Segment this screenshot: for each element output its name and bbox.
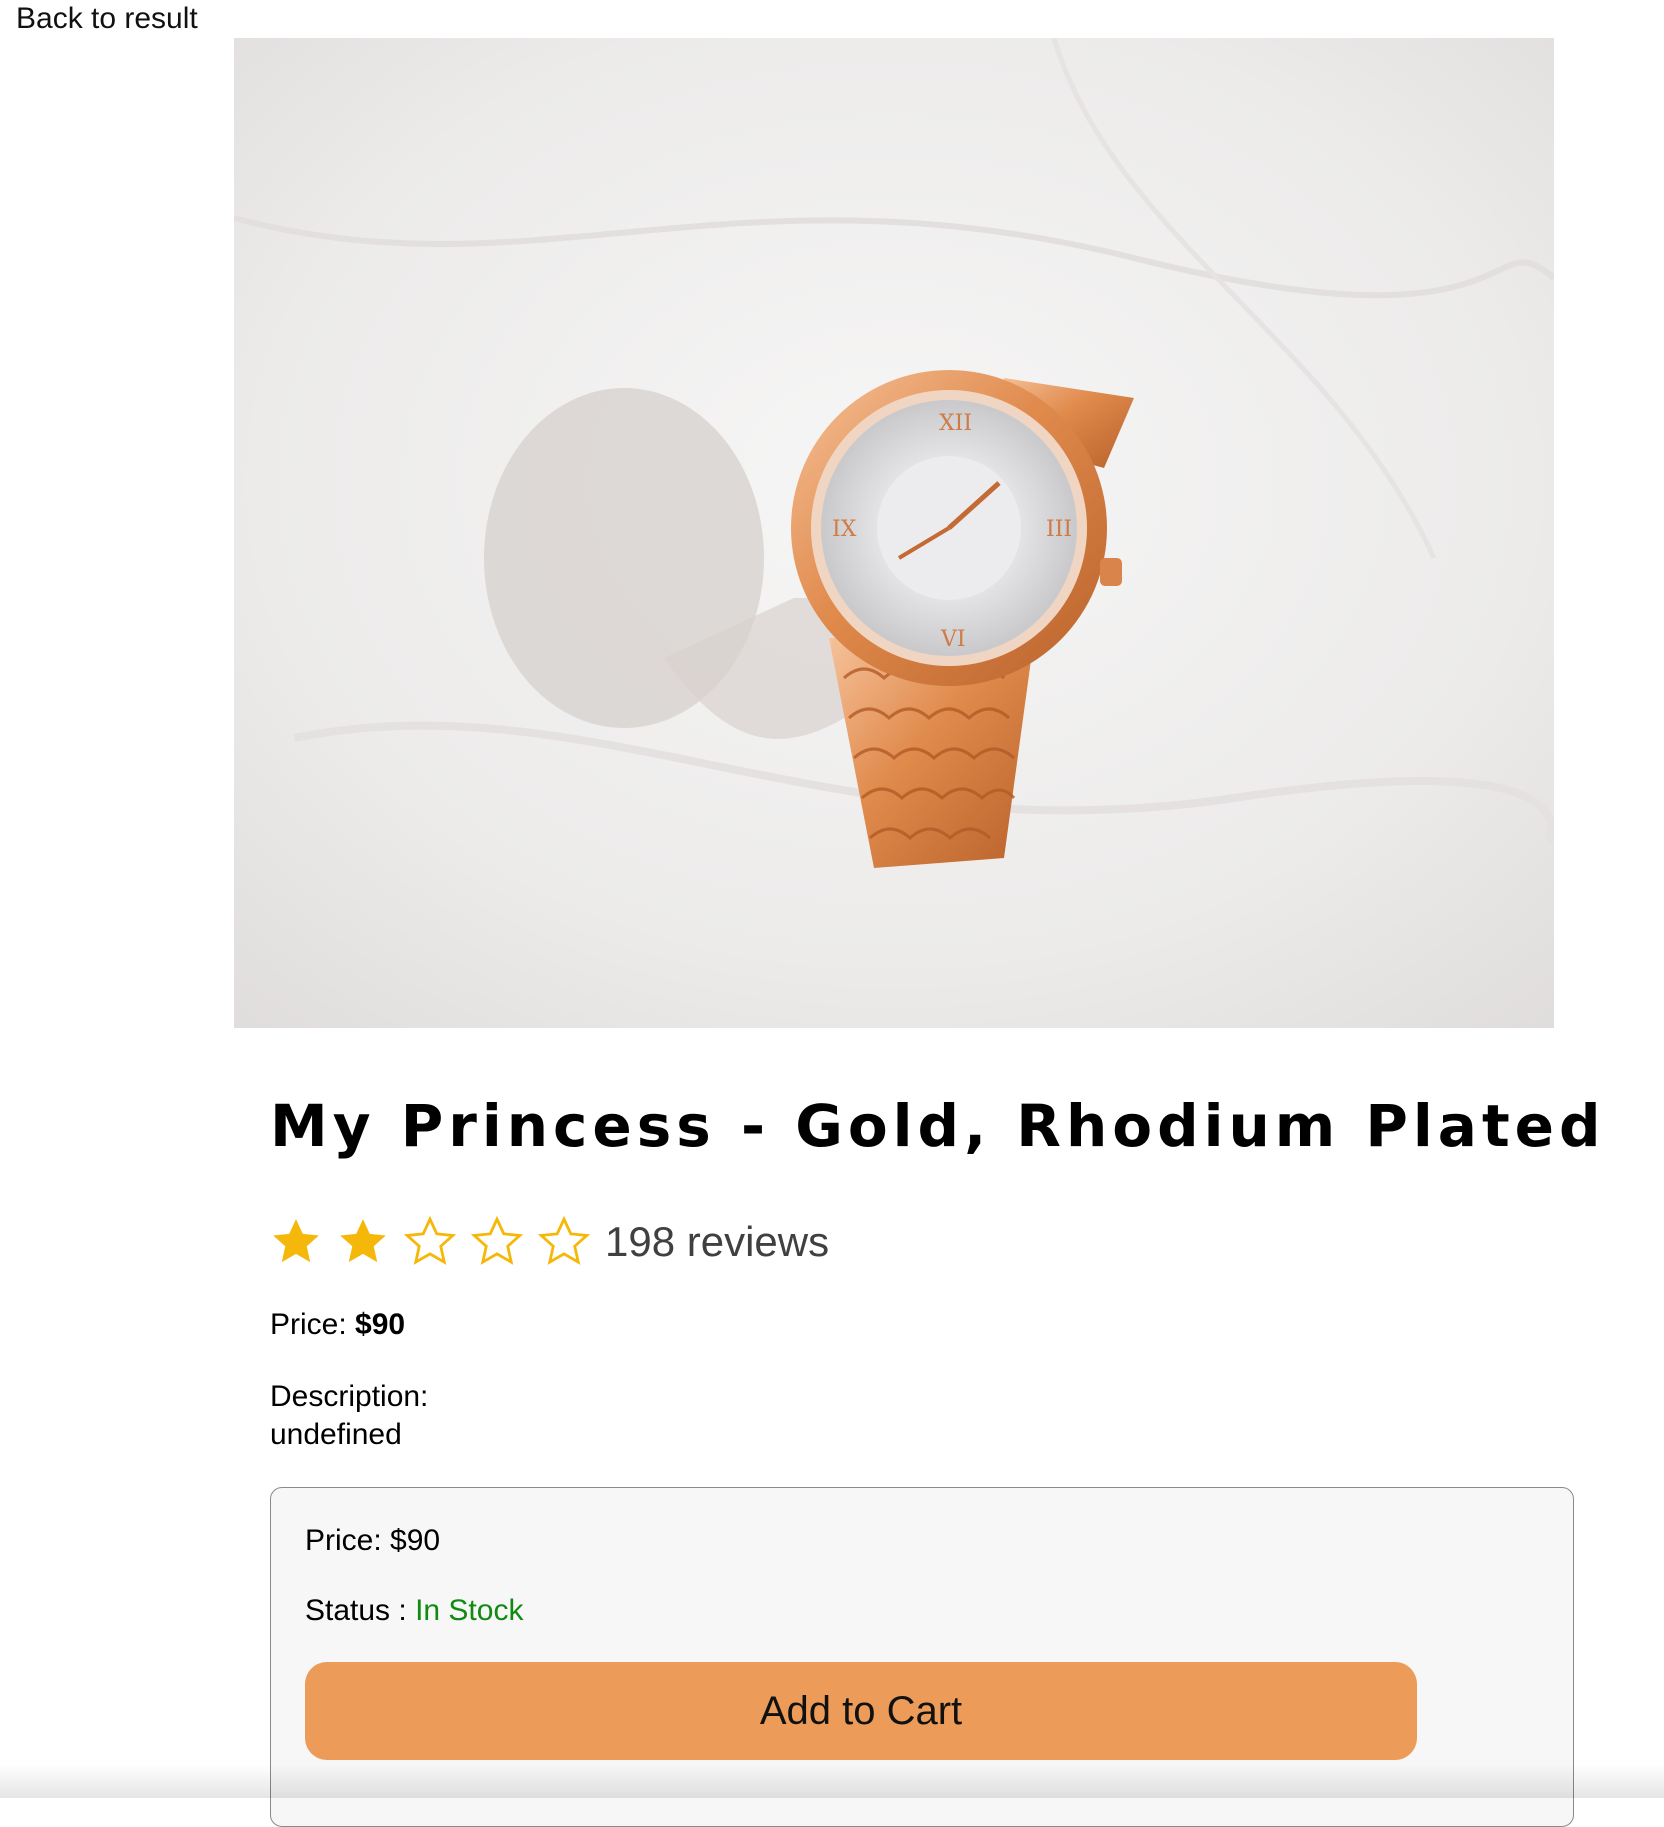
- rating-row: 198 reviews: [268, 1212, 829, 1272]
- star-empty-icon: [536, 1214, 592, 1270]
- description-value: undefined: [270, 1418, 402, 1451]
- star-empty-icon: [469, 1214, 525, 1270]
- star-filled-icon: [268, 1214, 324, 1270]
- description-label: Description:: [270, 1380, 429, 1413]
- add-to-cart-button[interactable]: Add to Cart: [305, 1662, 1417, 1760]
- review-count: 198 reviews: [605, 1218, 830, 1265]
- status-label: Status :: [305, 1594, 416, 1627]
- svg-text:III: III: [1046, 517, 1072, 542]
- product-image: XII III VI IX: [234, 38, 1554, 1028]
- star-filled-icon: [335, 1214, 391, 1270]
- product-description: Description: undefined: [270, 1378, 428, 1454]
- svg-text:IX: IX: [832, 517, 857, 542]
- price-label: Price:: [270, 1308, 356, 1341]
- svg-text:VI: VI: [940, 627, 966, 652]
- watch-photo-icon: XII III VI IX: [234, 38, 1554, 1028]
- star-empty-icon: [402, 1214, 458, 1270]
- status-value: In Stock: [415, 1594, 524, 1627]
- cart-panel: Price: $90 Status : In Stock Add to Cart: [270, 1487, 1574, 1827]
- price-value: $90: [355, 1308, 406, 1341]
- product-price: Price: $90: [270, 1308, 405, 1342]
- product-title: My Princess - Gold, Rhodium Plated: [270, 1092, 1606, 1160]
- svg-text:XII: XII: [939, 411, 972, 436]
- cart-price: Price: $90: [305, 1524, 441, 1557]
- back-to-result-link[interactable]: Back to result: [16, 2, 198, 36]
- stock-status: Status : In Stock: [305, 1594, 523, 1628]
